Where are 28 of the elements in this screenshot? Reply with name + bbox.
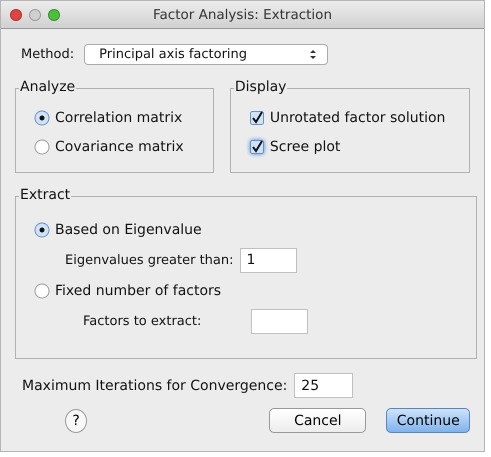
group-title: Analyze bbox=[19, 79, 76, 95]
radio-button[interactable] bbox=[34, 110, 50, 126]
group-title: Display bbox=[234, 79, 288, 95]
checkbox[interactable] bbox=[248, 110, 265, 126]
input-field[interactable]: 25 bbox=[294, 373, 354, 398]
method-label: Method: bbox=[21, 47, 74, 62]
radio-button[interactable] bbox=[34, 222, 50, 238]
option-label: Unrotated factor solution bbox=[270, 110, 446, 126]
method-dropdown[interactable]: Principal axis factoring bbox=[84, 44, 328, 65]
radio-button[interactable] bbox=[34, 138, 50, 154]
option-label: Based on Eigenvalue bbox=[55, 222, 202, 238]
cancel-button[interactable]: Cancel bbox=[269, 408, 366, 433]
window-title: Factor Analysis: Extraction bbox=[153, 6, 332, 22]
iterations-label: Maximum Iterations for Convergence: bbox=[22, 378, 288, 394]
updown-arrows-icon bbox=[309, 49, 318, 60]
option-label: Scree plot bbox=[270, 138, 340, 154]
zoom-button[interactable] bbox=[48, 8, 60, 20]
option-label: Covariance matrix bbox=[55, 138, 184, 154]
radio-button[interactable] bbox=[34, 282, 50, 298]
continue-button[interactable]: Continue bbox=[386, 408, 470, 433]
input-field[interactable]: 1 bbox=[240, 248, 296, 272]
checkbox[interactable] bbox=[248, 138, 265, 154]
field-label: Eigenvalues greater than: bbox=[65, 252, 234, 268]
close-button[interactable] bbox=[10, 8, 22, 20]
option-label: Fixed number of factors bbox=[55, 282, 222, 298]
option-label: Correlation matrix bbox=[55, 110, 182, 126]
field-label: Factors to extract: bbox=[83, 314, 202, 328]
help-button[interactable]: ? bbox=[65, 408, 88, 432]
